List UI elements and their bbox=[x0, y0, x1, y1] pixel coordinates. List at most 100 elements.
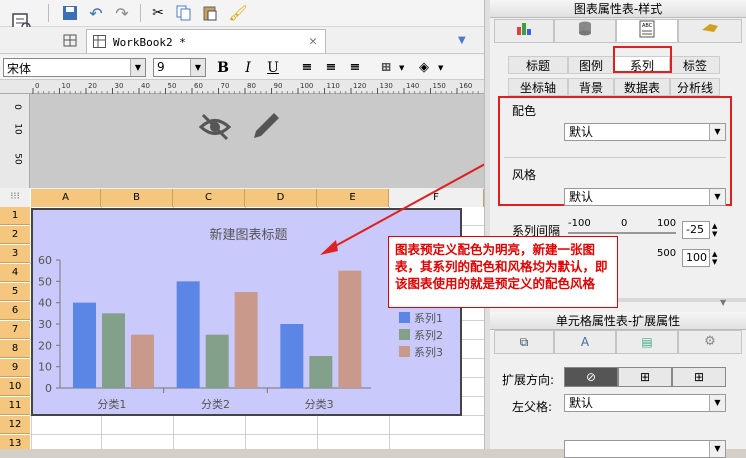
eye-off-icon[interactable] bbox=[198, 112, 232, 145]
ruler-label: 20 bbox=[88, 82, 97, 90]
collapse-icon[interactable]: ▼ bbox=[720, 298, 726, 307]
upper-parent-select[interactable]: ▼ bbox=[564, 440, 726, 458]
row-header[interactable]: 7 bbox=[0, 321, 30, 339]
chevron-down-icon[interactable]: ▼ bbox=[399, 64, 404, 72]
x-tick-label: 分类1 bbox=[97, 397, 126, 411]
italic-button[interactable]: I bbox=[237, 58, 259, 78]
chevron-down-icon[interactable]: ▼ bbox=[709, 395, 725, 411]
align-right-icon[interactable]: ≡ bbox=[344, 58, 366, 78]
undo-icon[interactable]: ↶ bbox=[86, 3, 106, 23]
column-header[interactable]: B bbox=[101, 189, 173, 207]
bar-3-3[interactable] bbox=[338, 270, 362, 388]
tab-legend[interactable]: 图例 bbox=[568, 56, 614, 74]
expand-horizontal-button[interactable]: ⊞ bbox=[672, 367, 726, 387]
gap-slider[interactable] bbox=[568, 232, 676, 234]
chevron-down-icon[interactable]: ▼ bbox=[709, 189, 725, 205]
tab-chart-type[interactable] bbox=[494, 19, 554, 43]
bar-1-3[interactable] bbox=[280, 324, 304, 388]
ruler-label: 110 bbox=[327, 82, 340, 90]
sheet-icon bbox=[93, 35, 106, 51]
tab-label[interactable]: 标签 bbox=[670, 56, 720, 74]
bar-1-2[interactable] bbox=[176, 281, 200, 388]
grid-add-icon[interactable] bbox=[60, 30, 80, 50]
tab-menu-icon[interactable]: ▼ bbox=[458, 35, 466, 46]
underline-button[interactable]: U bbox=[262, 58, 284, 78]
chevron-down-icon[interactable]: ▼ bbox=[130, 59, 145, 76]
bar-2-2[interactable] bbox=[205, 334, 229, 388]
bar-3-1[interactable] bbox=[131, 334, 154, 388]
row-header[interactable]: 10 bbox=[0, 378, 30, 396]
row-header[interactable]: 5 bbox=[0, 283, 30, 301]
paste-icon[interactable] bbox=[200, 3, 220, 23]
tab-axis[interactable]: 坐标轴 bbox=[508, 78, 568, 96]
spinner-icon[interactable]: ▲ ▼ bbox=[712, 250, 717, 266]
row-header[interactable]: 9 bbox=[0, 359, 30, 377]
color-scheme-select[interactable]: 默认 ▼ bbox=[564, 123, 726, 141]
spinner-icon[interactable]: ▲ ▼ bbox=[712, 222, 717, 238]
vruler-label: 50 bbox=[12, 153, 23, 165]
font-select[interactable]: 宋体 ▼ bbox=[3, 58, 146, 77]
cut-icon[interactable]: ✂ bbox=[148, 3, 168, 23]
left-parent-select[interactable]: 默认 ▼ bbox=[564, 394, 726, 412]
align-left-icon[interactable]: ≡ bbox=[296, 58, 318, 78]
panel-divider[interactable] bbox=[484, 0, 490, 449]
tab-datatable[interactable]: 数据表 bbox=[614, 78, 670, 96]
chevron-down-icon[interactable]: ▼ bbox=[190, 59, 205, 76]
tab-cell-present[interactable]: ▤ bbox=[616, 330, 678, 354]
bar-3-2[interactable] bbox=[234, 292, 258, 388]
row-header[interactable]: 1 bbox=[0, 207, 30, 225]
border-icon[interactable]: ⊞ bbox=[375, 58, 397, 78]
tab-cell-style[interactable]: A bbox=[554, 330, 616, 354]
tab-interaction[interactable] bbox=[678, 19, 742, 43]
bar-1-1[interactable] bbox=[73, 302, 96, 388]
column-header[interactable]: C bbox=[173, 189, 245, 207]
row-header[interactable]: 12 bbox=[0, 416, 30, 434]
ruler-label: 60 bbox=[194, 82, 203, 90]
tab-data[interactable] bbox=[554, 19, 616, 43]
row-header[interactable]: 6 bbox=[0, 302, 30, 320]
scale2-label: 500 bbox=[657, 248, 677, 259]
font-size-value: 9 bbox=[157, 60, 165, 74]
expand-none-button[interactable]: ⊘ bbox=[564, 367, 618, 387]
chevron-down-icon[interactable]: ▼ bbox=[709, 124, 725, 140]
tab-cell-attr[interactable]: ⧉ bbox=[494, 330, 554, 354]
chevron-down-icon[interactable]: ▼ bbox=[709, 441, 725, 457]
tab-cell-settings[interactable]: ⚙ bbox=[678, 330, 742, 354]
brush-icon[interactable]: 🖌 bbox=[228, 3, 248, 23]
tab-workbook[interactable]: WorkBook2 * ✕ bbox=[86, 29, 326, 53]
save-icon[interactable] bbox=[60, 3, 80, 23]
select-all-corner[interactable]: ⁝⁝⁝ bbox=[0, 189, 30, 207]
y-tick-label: 10 bbox=[38, 361, 52, 374]
bar-2-1[interactable] bbox=[102, 313, 125, 388]
column-header[interactable]: D bbox=[245, 189, 317, 207]
row-header[interactable]: 4 bbox=[0, 264, 30, 282]
tab-title[interactable]: 标题 bbox=[508, 56, 568, 74]
bar-2-3[interactable] bbox=[309, 356, 333, 388]
expand-vertical-button[interactable]: ⊞ bbox=[618, 367, 672, 387]
redo-icon[interactable]: ↷ bbox=[112, 3, 132, 23]
copy-icon[interactable] bbox=[174, 3, 194, 23]
ruler-label: 150 bbox=[433, 82, 446, 90]
bold-button[interactable]: B bbox=[212, 58, 234, 78]
column-header[interactable]: A bbox=[31, 189, 101, 207]
tab-style[interactable]: ABC bbox=[616, 19, 678, 43]
close-icon[interactable]: ✕ bbox=[309, 34, 317, 49]
pencil-icon[interactable] bbox=[250, 110, 282, 145]
row-header[interactable]: 13 bbox=[0, 435, 30, 449]
tab-background[interactable]: 背景 bbox=[568, 78, 614, 96]
main-toolbar: ▼ ↶ ↷ ✂ 🖌 bbox=[0, 0, 484, 43]
chevron-down-icon[interactable]: ▼ bbox=[438, 64, 443, 72]
row-header[interactable]: 8 bbox=[0, 340, 30, 358]
gap-value-input[interactable]: -25 bbox=[682, 221, 710, 239]
row-header[interactable]: 2 bbox=[0, 226, 30, 244]
fill-color-icon[interactable]: ◈ bbox=[413, 58, 435, 78]
gap-scale-min: -100 bbox=[568, 218, 591, 229]
value2-input[interactable]: 100 bbox=[682, 249, 710, 267]
font-size-select[interactable]: 9 ▼ bbox=[153, 58, 206, 77]
row-header[interactable]: 3 bbox=[0, 245, 30, 263]
panel-header: 图表属性表-样式 bbox=[490, 0, 746, 18]
style-select[interactable]: 默认 ▼ bbox=[564, 188, 726, 206]
row-header[interactable]: 11 bbox=[0, 397, 30, 415]
tab-analysis-line[interactable]: 分析线 bbox=[670, 78, 720, 96]
align-center-icon[interactable]: ≡ bbox=[320, 58, 342, 78]
